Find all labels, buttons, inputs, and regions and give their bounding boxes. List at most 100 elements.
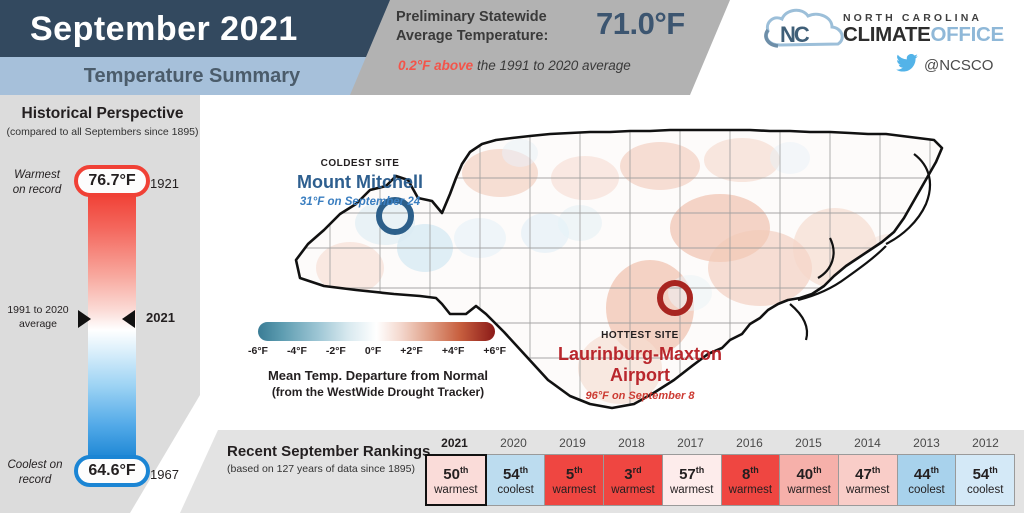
hottest-site-name: Laurinburg-Maxton Airport [510,344,770,386]
colorbar-caption-primary: Mean Temp. Departure from Normal [267,368,489,383]
preliminary-label-line2: Average Temperature: [396,28,549,44]
ranking-year-2020: 2020 [500,436,527,450]
coolest-on-record-year: 1967 [150,467,179,482]
coolest-on-record-label: Coolest on record [2,458,68,488]
normal-average-label: 1991 to 2020 average [2,303,74,331]
logo-office-text: OFFICE [930,23,1004,46]
coolest-label-line1: Coolest on [7,459,63,471]
ranking-year-2015: 2015 [795,436,822,450]
ranking-word-2018: warmest [611,484,655,496]
page-title: September 2021 [30,9,298,48]
ranking-cell-2018[interactable]: 3rd warmest [603,454,663,506]
ranking-cell-2021[interactable]: 50th warmest [425,454,487,506]
ranking-word-2017: warmest [669,484,714,496]
colorbar-tick-4: +2°F [400,345,423,357]
ranking-word-2020: coolest [497,484,534,496]
ranking-year-2013: 2013 [913,436,940,450]
ranking-suffix-2020: th [519,465,529,475]
colorbar-tick-6: +6°F [483,345,506,357]
ranking-value-2018: 3rd [624,465,642,483]
ranking-cell-2016[interactable]: 8th warmest [720,454,781,506]
historical-perspective-subtitle: (compared to all Septembers since 1895) [6,126,199,138]
ranking-word-2015: warmest [787,484,831,496]
warmest-on-record-year: 1921 [150,176,179,191]
historical-perspective-title: Historical Perspective [21,105,184,122]
twitter-row[interactable]: @NCSCO [896,53,1024,77]
ranking-value-2020: 54th [502,465,529,483]
logo-climate-office-text: CLIMATEOFFICE [843,24,1023,46]
hottest-site-kicker: HOTTEST SITE [601,330,679,341]
departure-value: 0.2°F above [398,58,474,73]
ranking-value-2019: 5th [565,465,583,483]
ranking-year-2019: 2019 [559,436,586,450]
page-subtitle: Temperature Summary [83,64,301,87]
statewide-average-value: 71.0°F [596,6,685,41]
ranking-cell-2012[interactable]: 54th coolest [955,454,1016,506]
hottest-site-name-line2: Airport [610,365,670,385]
ranking-value-2012: 54th [972,465,998,483]
ranking-year-2021: 2021 [441,436,468,450]
ranking-year-2018: 2018 [618,436,645,450]
logo-climate-text: CLIMATE [843,23,931,46]
ranking-cell-2015[interactable]: 40th warmest [779,454,839,506]
coolest-on-record-value: 64.6°F [74,455,150,487]
warmest-label-line1: Warmest [14,169,60,181]
ranking-suffix-2016: th [750,465,759,475]
normal-average-marker-icon [78,310,91,328]
current-year-label: 2021 [146,310,175,325]
ranking-value-2016: 8th [741,465,759,483]
ranking-suffix-2012: th [989,465,998,475]
ranking-cell-2020[interactable]: 54th coolest [485,454,546,506]
ranking-suffix-2013: th [930,465,940,475]
preliminary-label-line1: Preliminary Statewide [396,9,547,25]
ranking-word-2013: coolest [908,484,945,496]
warmest-on-record-label: Warmest on record [6,168,68,198]
ranking-word-2014: warmest [846,484,890,496]
preliminary-average-label: Preliminary Statewide Average Temperatur… [396,8,596,46]
coldest-site-detail: 31°F on September 24 [299,196,421,208]
colorbar-tick-0: -6°F [248,345,268,357]
colorbar-tick-1: -4°F [286,345,307,357]
ranking-value-2015: 40th [796,465,822,483]
colorbar-tick-3: 0°F [364,345,382,357]
hottest-site-name-line1: Laurinburg-Maxton [558,344,722,364]
ranking-word-2012: coolest [966,484,1004,496]
ranking-word-2021: warmest [434,484,478,496]
ranking-year-2014: 2014 [854,436,881,450]
ranking-value-2013: 44th [913,465,940,483]
ranking-suffix-2018: rd [632,465,642,475]
coldest-site-kicker: COLDEST SITE [320,158,400,169]
colorbar-tick-labels: -6°F -4°F -2°F 0°F +2°F +4°F +6°F [248,345,506,357]
colorbar-tick-5: +4°F [441,345,465,357]
colorbar-gradient [258,322,495,341]
ranking-suffix-2021: th [459,465,469,475]
ranking-cell-2017[interactable]: 57th warmest [661,454,722,506]
ranking-suffix-2014: th [871,465,881,475]
coolest-label-line2: record [18,474,52,486]
svg-text:NC: NC [780,22,810,47]
ranking-cell-2013[interactable]: 44th coolest [896,454,957,506]
colorbar-tick-2: -2°F [325,345,346,357]
ranking-value-2021: 50th [443,465,469,483]
ranking-cell-2019[interactable]: 5th warmest [544,454,605,506]
twitter-icon [896,53,918,77]
ranking-word-2016: warmest [728,484,773,496]
departure-from-normal-note: 0.2°F above the 1991 to 2020 average [398,58,718,73]
ranking-year-2017: 2017 [677,436,704,450]
recent-rankings-cells: 50th warmest 54th coolest 5th warmest 3rd warme… [425,454,1016,506]
normal-average-line1: 1991 to 2020 [7,304,69,316]
ranking-value-2017: 57th [679,465,705,483]
normal-average-line2: average [19,318,57,330]
ranking-year-2012: 2012 [972,436,999,450]
nc-climate-office-wordmark: NORTH CAROLINA CLIMATEOFFICE [843,12,1023,46]
hottest-site-detail: 96°F on September 8 [585,390,695,402]
ranking-suffix-2015: th [813,465,822,475]
ranking-value-2014: 47th [855,465,881,483]
recent-rankings-title: Recent September Rankings [227,443,431,460]
departure-rest: the 1991 to 2020 average [473,58,631,73]
twitter-handle: @NCSCO [924,57,994,74]
ranking-cell-2014[interactable]: 47th warmest [837,454,898,506]
coldest-site-name: Mount Mitchell [297,172,423,192]
warmest-label-line2: on record [12,184,62,196]
ranking-suffix-2017: th [695,465,705,475]
